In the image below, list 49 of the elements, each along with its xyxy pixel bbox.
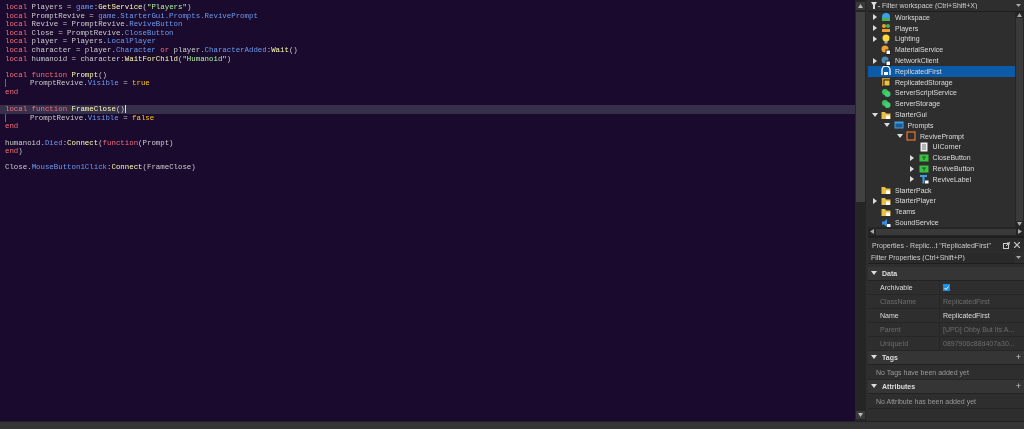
filter-icon[interactable] — [871, 2, 880, 9]
popout-icon[interactable] — [1003, 241, 1010, 249]
collapse-arrow-icon[interactable] — [871, 271, 877, 276]
folder-icon — [881, 109, 891, 120]
collapse-arrow-icon[interactable] — [871, 355, 877, 360]
screen-icon — [893, 120, 904, 131]
label-icon — [918, 174, 929, 185]
folder-icon — [881, 206, 891, 217]
scroll-up-button[interactable] — [856, 2, 865, 10]
collapse-arrow-icon[interactable] — [871, 111, 878, 118]
collapse-arrow-icon[interactable] — [884, 122, 890, 129]
expand-arrow-icon[interactable] — [909, 176, 915, 183]
scrollbar-thumb[interactable] — [876, 228, 1016, 235]
workspace-icon — [881, 12, 891, 23]
checkbox[interactable] — [943, 284, 950, 291]
network-icon — [881, 55, 891, 66]
expand-arrow-icon[interactable] — [871, 25, 878, 32]
add-button[interactable]: + — [1015, 353, 1021, 362]
server-icon — [881, 98, 891, 109]
expand-arrow-icon[interactable] — [871, 57, 878, 64]
replicated-icon — [881, 66, 891, 77]
dropdown-icon[interactable] — [1016, 3, 1021, 8]
scrollbar-thumb[interactable] — [856, 12, 865, 202]
expand-arrow-icon[interactable] — [909, 165, 915, 172]
storage-icon — [881, 77, 891, 88]
expand-arrow-icon[interactable] — [871, 36, 878, 42]
scroll-down-button[interactable] — [856, 411, 865, 419]
button-icon — [918, 163, 929, 174]
expand-arrow-icon[interactable] — [909, 154, 915, 161]
server-icon — [881, 87, 891, 98]
frame-icon — [906, 131, 916, 142]
lighting-icon — [881, 34, 891, 44]
dropdown-icon[interactable] — [1016, 255, 1021, 260]
button-icon — [918, 152, 929, 163]
expand-arrow-icon[interactable] — [871, 197, 878, 204]
add-button[interactable]: + — [1015, 382, 1021, 391]
folder-icon — [881, 195, 891, 206]
players-icon — [881, 23, 891, 34]
close-icon[interactable] — [1014, 242, 1020, 248]
scroll-left-icon[interactable] — [870, 229, 874, 234]
scroll-right-icon[interactable] — [1018, 229, 1022, 234]
doc-icon — [918, 141, 929, 152]
scrollbar-thumb[interactable] — [1016, 18, 1023, 221]
expand-arrow-icon[interactable] — [871, 14, 878, 21]
sound-icon — [881, 217, 891, 227]
service-icon — [881, 44, 891, 55]
collapse-arrow-icon[interactable] — [896, 133, 903, 140]
collapse-arrow-icon[interactable] — [871, 384, 877, 389]
folder-icon — [881, 185, 891, 196]
